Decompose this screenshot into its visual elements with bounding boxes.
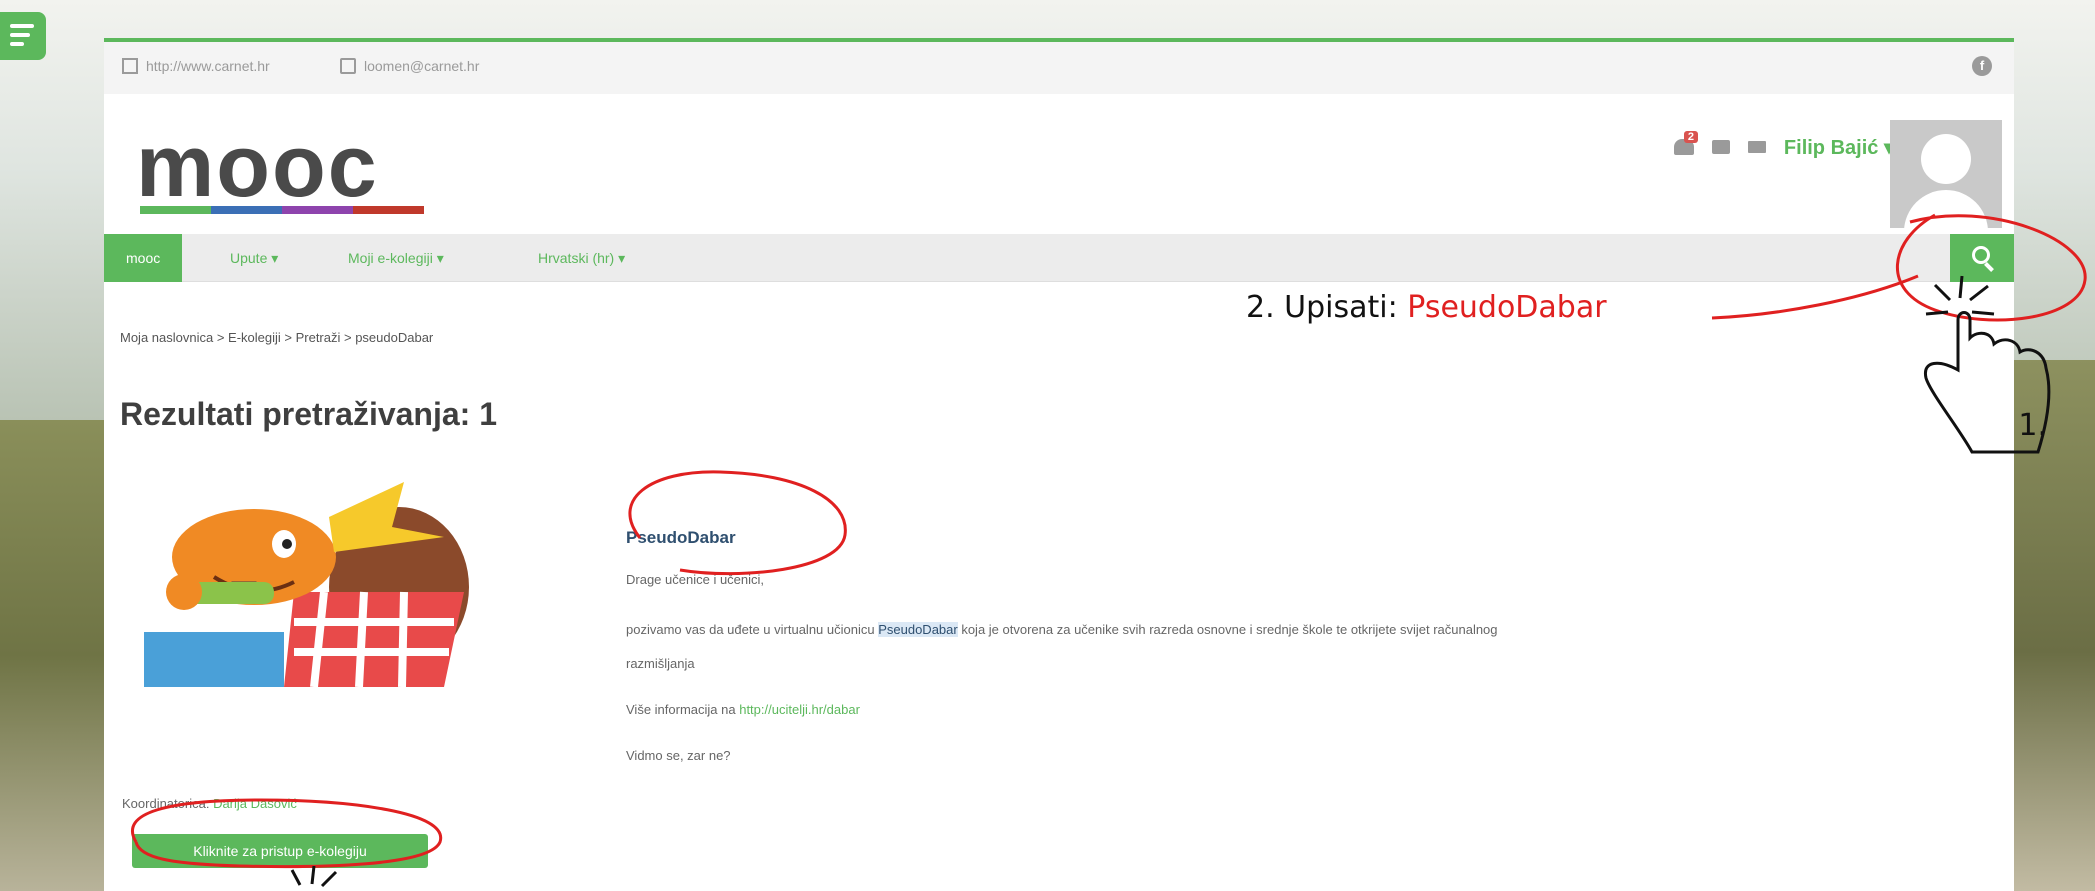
course-description-line2: razmišljanja <box>626 656 695 671</box>
more-info-link[interactable]: http://ucitelji.hr/dabar <box>739 702 860 717</box>
page-title: Rezultati pretraživanja: 1 <box>120 396 497 432</box>
nav-item-moji-e-kolegiji[interactable]: Moji e-kolegiji ▾ <box>348 234 444 282</box>
notification-badge: 2 <box>1683 131 1699 143</box>
nav-item-upute[interactable]: Upute ▾ <box>230 234 278 282</box>
course-greeting: Drage učenice i učenici, <box>626 572 765 587</box>
bookmark-icon <box>122 58 138 74</box>
top-contact-bar: http://www.carnet.hr loomen@carnet.hr f <box>104 42 2014 94</box>
moodle-page: http://www.carnet.hr loomen@carnet.hr f … <box>104 38 2014 891</box>
breadcrumb: Moja naslovnica > E-kolegiji > Pretraži … <box>120 330 434 345</box>
course-coordinator: Koordinatorica: Darija Dasović <box>122 796 297 811</box>
coordinator-link[interactable]: Darija Dasović <box>213 796 297 811</box>
facebook-icon[interactable]: f <box>1972 56 1992 76</box>
email-link[interactable]: loomen@carnet.hr <box>340 58 479 74</box>
user-name-dropdown[interactable]: Filip Bajić ▾ <box>1784 135 1894 160</box>
avatar[interactable] <box>1890 120 2002 228</box>
menu-toggle-button[interactable] <box>0 12 46 60</box>
annotation-step1: 1. <box>2018 408 2047 443</box>
envelope-icon[interactable] <box>1747 141 1766 153</box>
mooc-logo[interactable]: mooc <box>136 122 379 210</box>
course-closing: Vidmo se, zar ne? <box>626 748 731 763</box>
course-more-info: Više informacija na http://ucitelji.hr/d… <box>626 702 860 717</box>
course-title-link[interactable]: PseudoDabar <box>626 528 736 548</box>
logo-stripe <box>140 206 424 214</box>
enter-course-button[interactable]: Kliknite za pristup e-kolegiju <box>132 834 428 868</box>
chat-icon[interactable] <box>1711 140 1730 154</box>
main-navbar: mooc Upute ▾ Moji e-kolegiji ▾ Hrvatski … <box>104 234 2014 282</box>
website-link[interactable]: http://www.carnet.hr <box>122 58 270 74</box>
beaver-course-image <box>144 482 469 688</box>
search-button[interactable] <box>1950 234 2014 282</box>
envelope-icon <box>340 58 356 74</box>
search-icon <box>1972 246 1990 264</box>
user-menu-area: 2 Filip Bajić ▾ <box>1673 131 1894 162</box>
nav-item-mooc[interactable]: mooc <box>104 234 183 282</box>
course-description: pozivamo vas da uđete u virtualnu učioni… <box>626 622 1498 637</box>
bell-icon[interactable]: 2 <box>1673 131 1699 155</box>
nav-item-language[interactable]: Hrvatski (hr) ▾ <box>538 234 625 282</box>
annotation-step2: 2. Upisati: PseudoDabar <box>1246 290 1607 325</box>
